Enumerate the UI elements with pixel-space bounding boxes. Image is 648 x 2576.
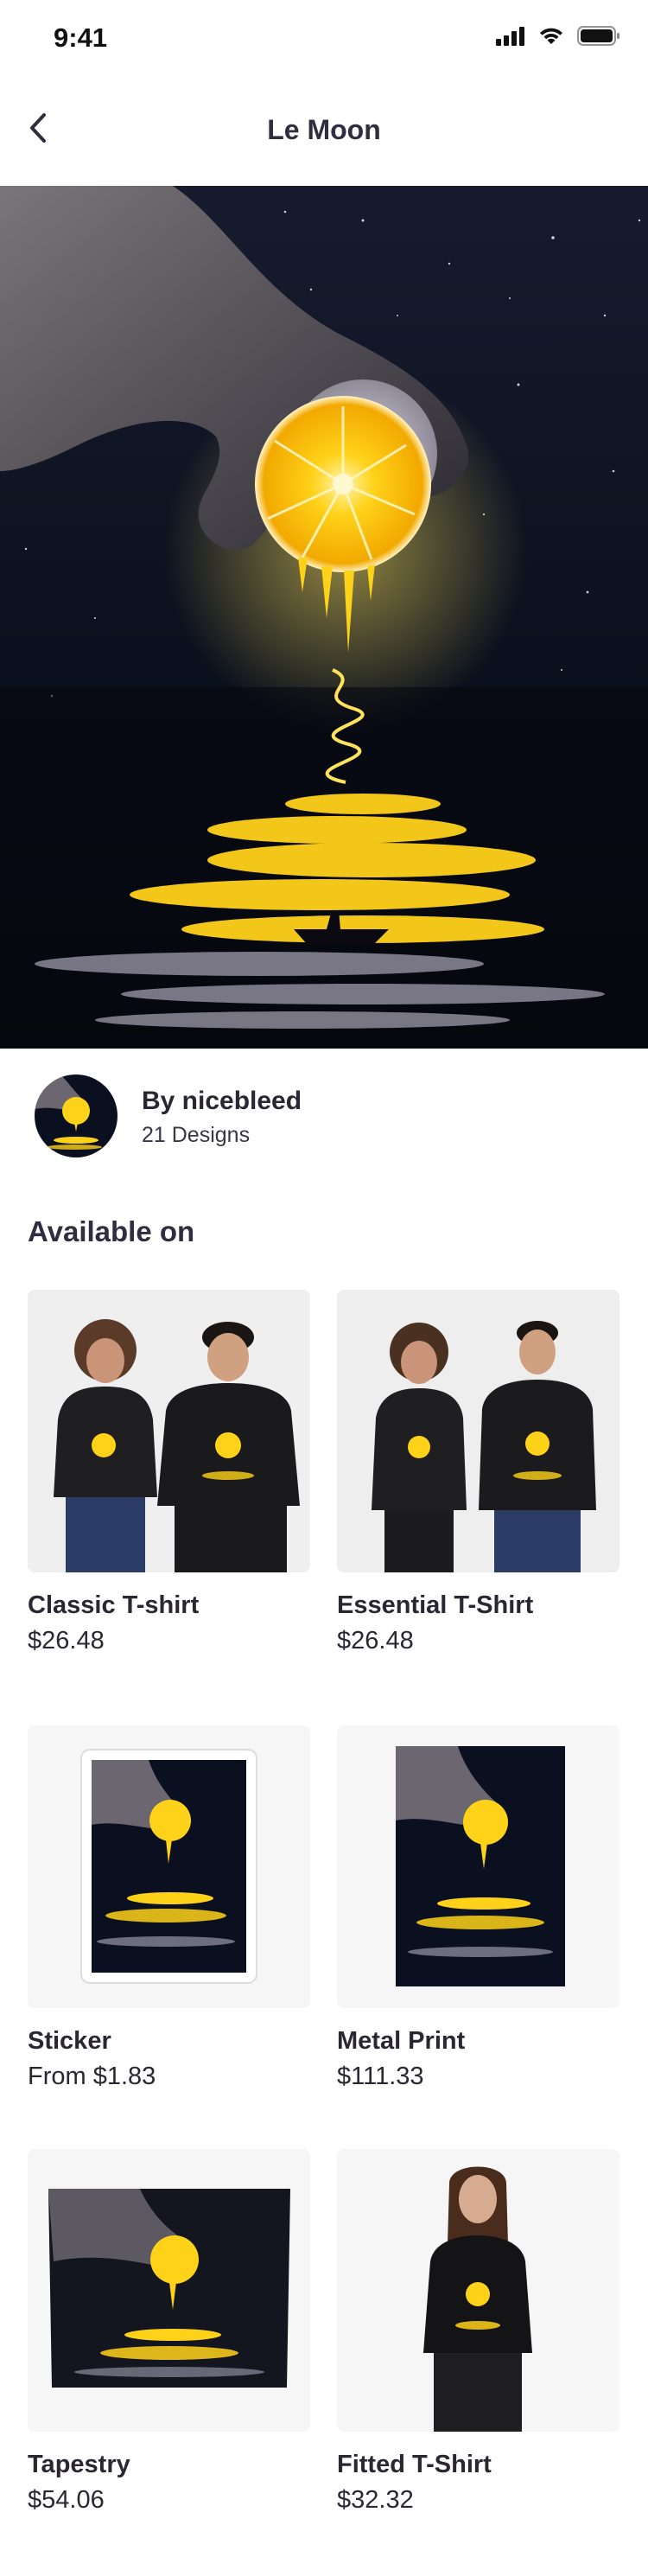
product-image [337,1290,619,1572]
status-bar: 9:41 [0,0,648,78]
battery-icon [577,26,619,46]
artist-avatar [35,1074,118,1157]
product-card-classic-tshirt[interactable]: Classic T-shirt $26.48 [28,1290,310,1655]
product-name: Tapestry [28,2451,130,2478]
product-name: Fitted T-Shirt [337,2451,492,2478]
status-icons [496,26,620,46]
product-price: $54.06 [28,2486,105,2514]
product-image [28,1725,310,2008]
product-price: $26.48 [337,1627,414,1655]
artist-name: By nicebleed [142,1087,302,1115]
wifi-icon [540,28,562,44]
artist-row[interactable]: By nicebleed 21 Designs [35,1074,622,1161]
navigation-bar: Le Moon [0,95,648,168]
product-name: Classic T-shirt [28,1591,200,1619]
product-card-tapestry[interactable]: Tapestry $54.06 [28,2149,310,2515]
product-price: $111.33 [337,2063,424,2090]
product-price: $32.32 [337,2486,414,2514]
product-image [337,1725,619,2008]
available-on-heading: Available on [28,1215,195,1247]
artist-design-count: 21 Designs [142,1123,251,1147]
product-image [337,2149,619,2432]
product-name: Sticker [28,2027,111,2055]
status-time: 9:41 [54,22,108,53]
product-image [28,1290,310,1572]
page-title: Le Moon [267,114,381,145]
product-card-essential-tshirt[interactable]: Essential T-Shirt $26.48 [337,1290,619,1655]
product-name: Metal Print [337,2027,466,2055]
cellular-signal-icon [496,26,524,46]
product-card-metal-print[interactable]: Metal Print $111.33 [337,1725,619,2091]
product-card-fitted-tshirt[interactable]: Fitted T-Shirt $32.32 [337,2149,619,2515]
product-image [28,2149,310,2432]
product-price: $26.48 [28,1627,105,1655]
product-name: Essential T-Shirt [337,1591,534,1619]
artwork-image[interactable] [0,186,648,1049]
product-price: From $1.83 [28,2063,156,2090]
product-card-sticker[interactable]: Sticker From $1.83 [28,1725,310,2091]
